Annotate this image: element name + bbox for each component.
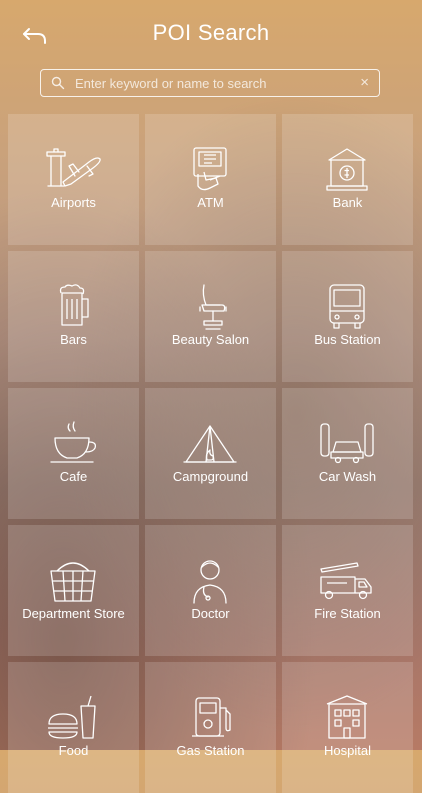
bank-icon [326,148,368,191]
category-label: Bus Station [314,332,381,347]
food-icon [48,695,96,739]
tent-icon [183,425,237,463]
salon-chair-icon [199,284,227,330]
category-label: Cafe [59,469,88,484]
category-label: Car Wash [318,469,377,484]
category-label: Campground [172,469,249,484]
search-input[interactable] [75,73,345,93]
car-wash-icon [320,423,374,464]
category-atm[interactable]: ATM [145,114,276,245]
category-car-wash[interactable]: Car Wash [282,388,413,519]
clear-search-button[interactable]: × [360,74,369,91]
category-label: Department Store [22,606,125,621]
category-beauty-salon[interactable]: Beauty Salon [145,251,276,382]
category-cafe[interactable]: Cafe [8,388,139,519]
category-airports[interactable]: Airports [8,114,139,245]
category-food[interactable]: Food [8,662,139,793]
gas-pump-icon [192,697,231,737]
category-label: ATM [197,195,224,210]
hospital-icon [326,695,368,739]
fire-truck-icon [320,562,372,600]
category-label: Beauty Salon [171,332,250,347]
atm-icon [193,147,227,191]
search-icon [51,76,65,90]
category-label: Bank [332,195,363,210]
beer-mug-icon [59,284,89,326]
category-department-store[interactable]: Department Store [8,525,139,656]
category-doctor[interactable]: Doctor [145,525,276,656]
coffee-cup-icon [50,421,97,463]
category-bank[interactable]: Bank [282,114,413,245]
search-bar[interactable]: × [40,69,380,97]
category-hospital[interactable]: Hospital [282,662,413,793]
category-gas-station[interactable]: Gas Station [145,662,276,793]
category-label: Fire Station [314,606,381,621]
category-label: Bars [60,332,87,347]
category-bars[interactable]: Bars [8,251,139,382]
shopping-basket-icon [50,562,96,602]
airport-icon [46,148,101,187]
category-label: Gas Station [176,743,245,758]
category-label: Hospital [324,743,371,758]
page-title: POI Search [152,20,270,45]
doctor-icon [193,560,227,604]
top-bar: POI Search [0,0,422,68]
category-label: Doctor [191,606,230,621]
category-label: Airports [51,195,96,210]
category-bus-station[interactable]: Bus Station [282,251,413,382]
bus-icon [329,284,365,329]
category-label: Food [58,743,89,758]
category-fire-station[interactable]: Fire Station [282,525,413,656]
category-campground[interactable]: Campground [145,388,276,519]
